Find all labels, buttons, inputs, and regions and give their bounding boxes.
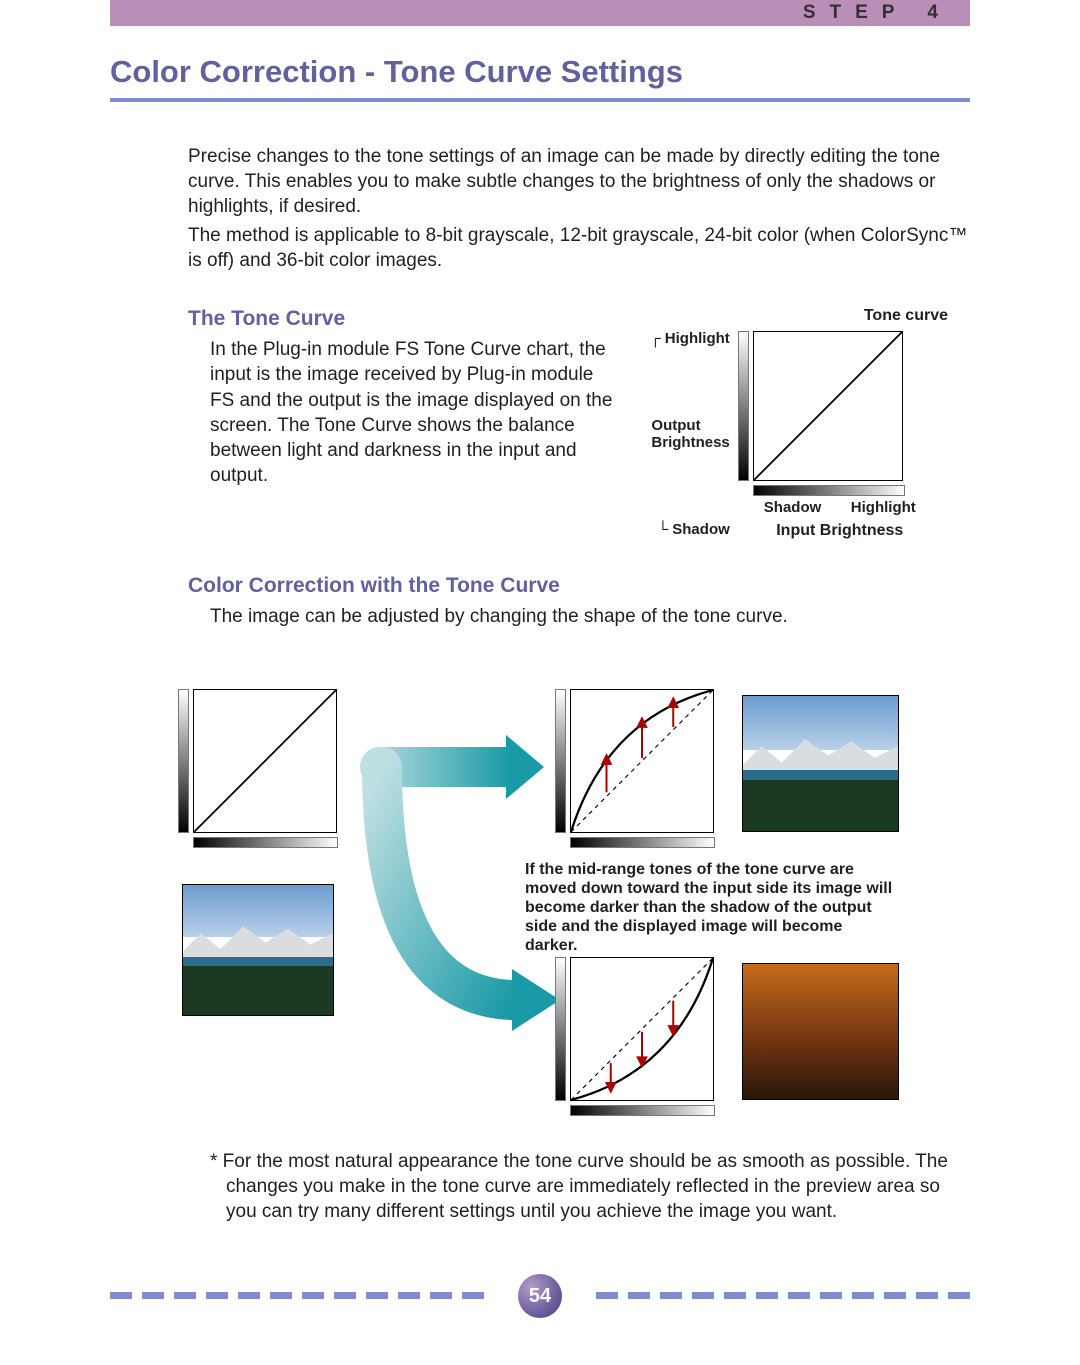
- intro-paragraph-1: Precise changes to the tone settings of …: [188, 144, 970, 219]
- vertical-gradient-bar: [738, 331, 749, 481]
- brighter-curve-icon: [571, 690, 713, 832]
- y-highlight-label: ┌ Highlight: [650, 331, 730, 348]
- tone-curve-section: The Tone Curve In the Plug-in module FS …: [110, 307, 970, 540]
- tone-curve-body: In the Plug-in module FS Tone Curve char…: [210, 337, 620, 487]
- y-axis-label-1: Output: [651, 417, 700, 434]
- tone-curve-text: The Tone Curve In the Plug-in module FS …: [110, 307, 620, 487]
- tone-curve-heading: The Tone Curve: [188, 307, 620, 331]
- y-axis-label-2: Brightness: [651, 434, 729, 451]
- x-shadow-label: Shadow: [764, 500, 822, 517]
- example-caption: If the mid-range tones of the tone curve…: [525, 861, 895, 955]
- horizontal-gradient-bar: [753, 485, 905, 496]
- page-footer: 54: [110, 1274, 970, 1324]
- footer-dashes-right: [596, 1292, 970, 1299]
- closing-note: * For the most natural appearance the to…: [210, 1149, 970, 1224]
- example-brighter-chart: [555, 689, 715, 848]
- linear-curve-icon: [194, 690, 336, 832]
- example-original-photo: [182, 884, 334, 1016]
- tone-curve-line-icon: [754, 332, 902, 480]
- tone-curve-chart: [753, 331, 903, 481]
- color-correction-section: Color Correction with the Tone Curve The…: [110, 574, 970, 629]
- page-number: 54: [518, 1274, 562, 1318]
- y-shadow-label: └ Shadow: [657, 522, 729, 539]
- example-brighter-photo: [742, 695, 899, 832]
- color-correction-heading: Color Correction with the Tone Curve: [188, 574, 970, 598]
- darker-curve-icon: [571, 958, 713, 1100]
- title-rule: [110, 98, 970, 102]
- example-darker-photo: [742, 963, 899, 1100]
- x-highlight-label: Highlight: [851, 500, 916, 517]
- step-label: STEP 4: [803, 2, 952, 24]
- example-original-chart: [178, 689, 338, 848]
- examples-area: If the mid-range tones of the tone curve…: [110, 689, 970, 1119]
- page-title: Color Correction - Tone Curve Settings: [110, 54, 970, 90]
- step-banner: STEP 4: [110, 0, 970, 26]
- intro-block: Precise changes to the tone settings of …: [188, 144, 970, 273]
- example-darker-chart: [555, 957, 715, 1116]
- tone-curve-diagram: Tone curve ┌ Highlight OutputBrightness …: [650, 307, 970, 540]
- color-correction-body: The image can be adjusted by changing th…: [210, 604, 970, 629]
- x-axis-label: Input Brightness: [764, 522, 916, 540]
- footer-dashes-left: [110, 1292, 484, 1299]
- diagram-title: Tone curve: [650, 307, 970, 325]
- page: STEP 4 Color Correction - Tone Curve Set…: [0, 0, 1080, 1364]
- intro-paragraph-2: The method is applicable to 8-bit graysc…: [188, 223, 970, 273]
